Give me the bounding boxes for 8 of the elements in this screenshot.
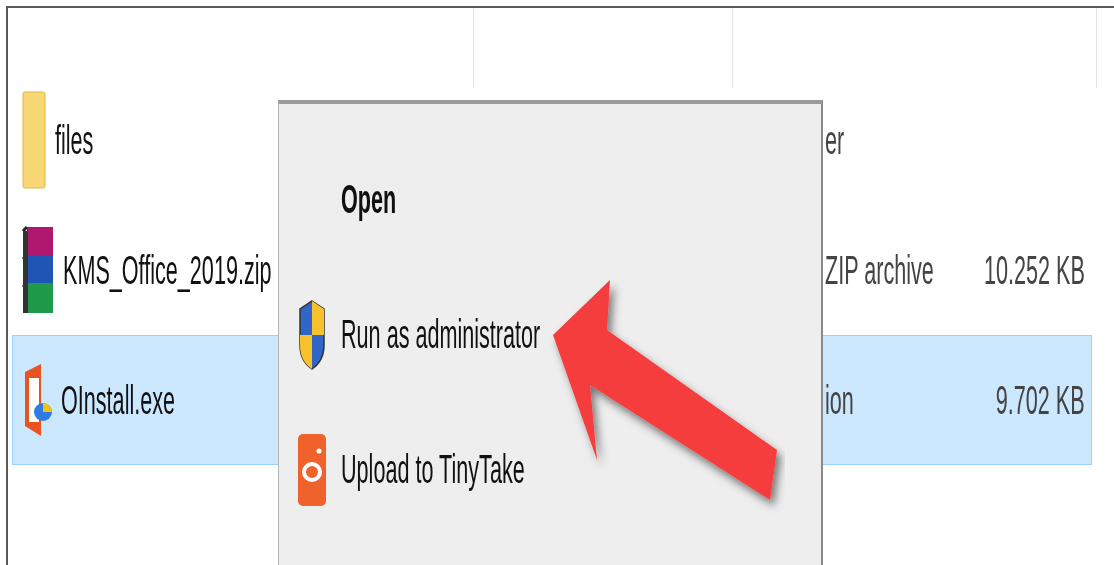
file-type: ZIP archive bbox=[825, 247, 934, 293]
file-name: KMS_Office_2019.zip bbox=[63, 247, 272, 293]
file-type: er bbox=[825, 117, 845, 163]
file-name: OInstall.exe bbox=[61, 377, 176, 423]
file-size: 9.702 KB bbox=[996, 377, 1085, 423]
file-type: ion bbox=[825, 377, 854, 423]
file-name: files bbox=[55, 117, 94, 163]
file-size: 10.252 KB bbox=[984, 247, 1085, 293]
